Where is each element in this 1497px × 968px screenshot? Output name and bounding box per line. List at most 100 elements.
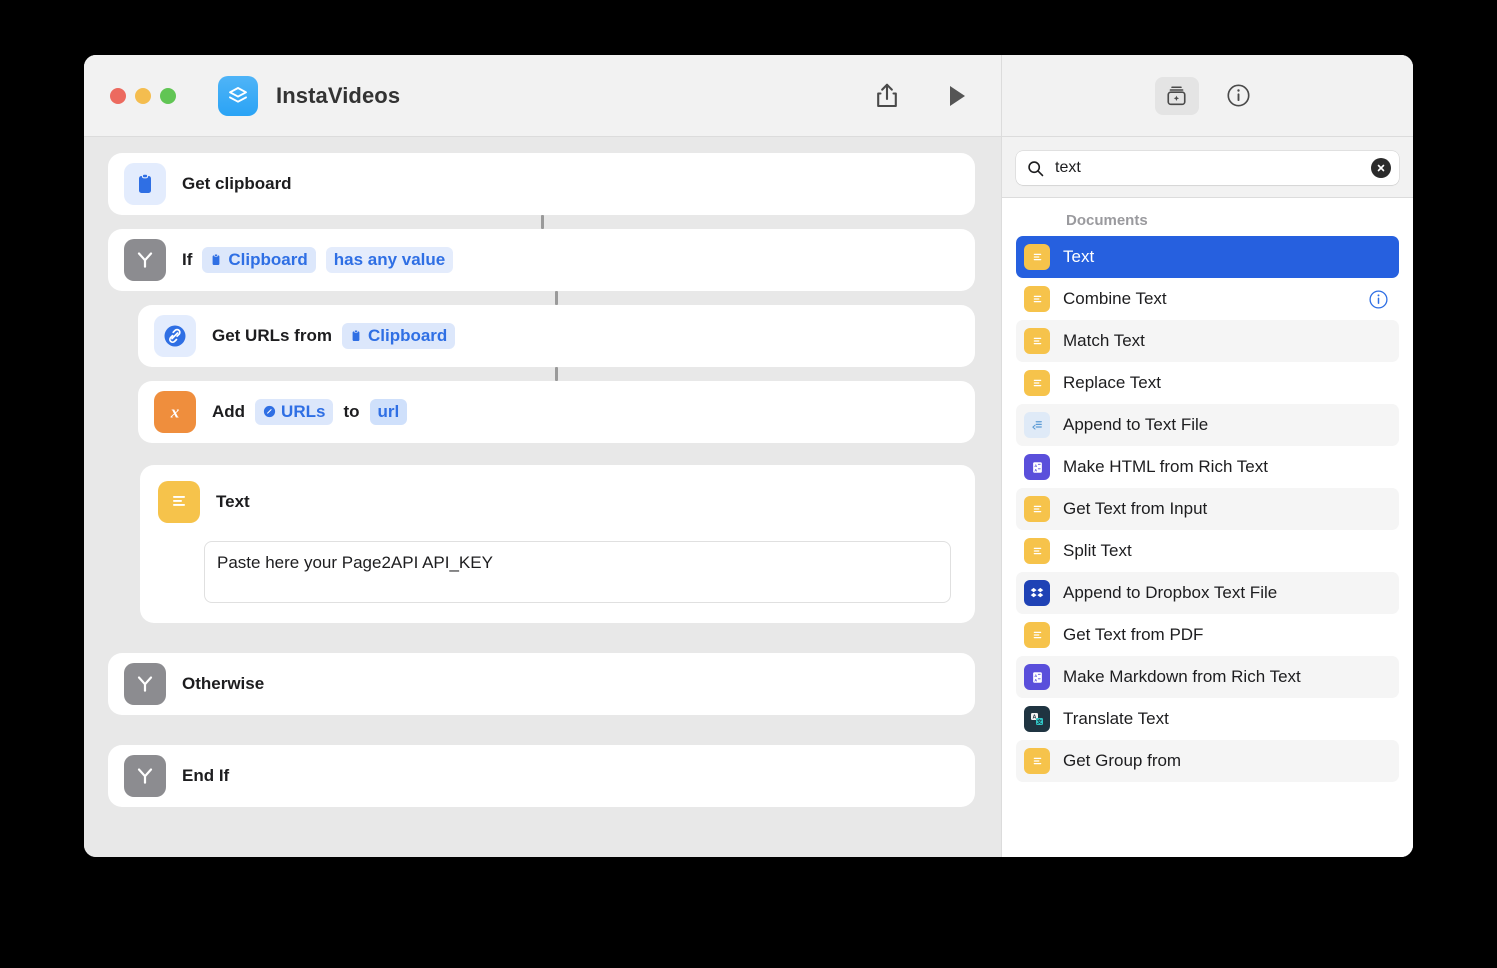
list-item-label: Combine Text: [1063, 288, 1167, 308]
clear-search-button[interactable]: [1371, 158, 1391, 178]
list-item-label: Append to Text File: [1063, 414, 1209, 434]
token-label: has any value: [333, 250, 446, 269]
search-area: text: [1002, 137, 1413, 198]
action-library-pane: text Documents Text Combine Text Match T…: [1001, 55, 1413, 857]
info-button[interactable]: [1217, 77, 1261, 115]
list-item[interactable]: Append to Dropbox Text File: [1016, 572, 1399, 614]
list-item-label: Replace Text: [1063, 372, 1161, 392]
action-card-get-clipboard[interactable]: Get clipboard: [108, 153, 975, 215]
connector-gap: [108, 291, 975, 305]
window-title: InstaVideos: [276, 82, 401, 108]
text-icon: [1024, 538, 1050, 564]
token-label: Clipboard: [228, 250, 308, 269]
token-label: URLs: [281, 402, 326, 421]
append-text-icon: [1024, 412, 1050, 438]
list-item[interactable]: Split Text: [1016, 530, 1399, 572]
list-item[interactable]: Combine Text: [1016, 278, 1399, 320]
token-plain-to: to: [343, 402, 360, 421]
rich-text-icon: A A: [1024, 664, 1050, 690]
list-item[interactable]: A A Make Markdown from Rich Text: [1016, 656, 1399, 698]
action-card-text[interactable]: Text Paste here your Page2API API_KEY: [140, 465, 975, 623]
shortcuts-window: InstaVideos Get clipboard If Clipboard h…: [84, 55, 1413, 857]
svg-text:A: A: [1034, 673, 1037, 677]
search-input[interactable]: text: [1055, 159, 1371, 177]
token-label: url: [377, 402, 400, 421]
connector-gap: [108, 367, 975, 381]
text-icon: [1024, 370, 1050, 396]
share-button[interactable]: [867, 76, 907, 116]
link-mini-icon: [263, 405, 276, 419]
list-item[interactable]: Get Text from Input: [1016, 488, 1399, 530]
connector-line: [555, 291, 558, 305]
play-icon: [946, 84, 968, 108]
text-icon: [1024, 286, 1050, 312]
share-icon: [874, 82, 900, 110]
workflow-canvas: Get clipboard If Clipboard has any value…: [84, 137, 1001, 857]
window-titlebar: InstaVideos: [84, 55, 1001, 137]
token-label: Clipboard: [367, 326, 448, 345]
variable-x-icon: x: [154, 391, 196, 433]
close-button[interactable]: [110, 87, 126, 104]
list-item[interactable]: Get Group from: [1016, 740, 1399, 782]
list-item[interactable]: Append to Text File: [1016, 404, 1399, 446]
list-item-label: Split Text: [1063, 540, 1132, 560]
list-item-label: Append to Dropbox Text File: [1063, 582, 1278, 602]
list-item[interactable]: Get Text from PDF: [1016, 614, 1399, 656]
shortcuts-app-icon: [218, 75, 258, 116]
action-card-end-if[interactable]: End If: [108, 745, 975, 807]
list-item-label: Text: [1063, 246, 1095, 266]
svg-text:A: A: [1034, 678, 1037, 682]
list-item[interactable]: Replace Text: [1016, 362, 1399, 404]
list-item-label: Get Text from Input: [1063, 498, 1208, 518]
list-item[interactable]: Text: [1016, 236, 1399, 278]
svg-text:A: A: [1033, 715, 1037, 721]
action-label: Get URLs from: [212, 326, 332, 345]
text-icon: [1024, 496, 1050, 522]
text-action-input[interactable]: Paste here your Page2API API_KEY: [204, 541, 951, 603]
list-item[interactable]: A A Make HTML from Rich Text: [1016, 446, 1399, 488]
text-icon: [1024, 622, 1050, 648]
action-library-icon: [1165, 84, 1188, 107]
list-item-label: Match Text: [1063, 330, 1145, 350]
zoom-button[interactable]: [160, 87, 176, 104]
info-circle-icon[interactable]: [1368, 289, 1389, 310]
action-label: If: [182, 250, 193, 269]
text-icon: [1024, 244, 1050, 270]
minimize-button[interactable]: [135, 87, 151, 104]
action-label: Text: [216, 492, 250, 511]
list-item[interactable]: Match Text: [1016, 320, 1399, 362]
list-item-label: Get Text from PDF: [1063, 624, 1204, 644]
list-item-label: Make HTML from Rich Text: [1063, 456, 1268, 476]
action-label: Get clipboard: [182, 174, 292, 193]
token-clipboard[interactable]: Clipboard: [202, 247, 316, 273]
action-card-get-urls[interactable]: Get URLs from Clipboard: [138, 305, 975, 367]
clipboard-mini-icon: [210, 253, 222, 267]
link-icon: [154, 315, 196, 357]
editor-pane: InstaVideos Get clipboard If Clipboard h…: [84, 55, 1001, 857]
token-condition[interactable]: has any value: [325, 247, 454, 273]
token-clipboard[interactable]: Clipboard: [341, 323, 456, 349]
svg-text:x: x: [170, 403, 180, 422]
action-label: End If: [182, 766, 230, 785]
token-varname[interactable]: url: [369, 399, 408, 425]
branch-icon: [124, 755, 166, 797]
action-card-otherwise[interactable]: Otherwise: [108, 653, 975, 715]
token-urls[interactable]: URLs: [255, 399, 334, 425]
action-label: Add: [212, 402, 246, 421]
list-item[interactable]: A 文 Translate Text: [1016, 698, 1399, 740]
action-card-if[interactable]: If Clipboard has any value: [108, 229, 975, 291]
action-card-add-to-variable[interactable]: x Add URLs to url: [138, 381, 975, 443]
action-library-button[interactable]: [1154, 76, 1199, 115]
play-button[interactable]: [937, 76, 977, 116]
connector-gap: [108, 215, 975, 229]
branch-icon: [124, 239, 166, 281]
svg-text:A: A: [1034, 463, 1037, 467]
search-field[interactable]: text: [1016, 151, 1399, 185]
action-list[interactable]: Documents Text Combine Text Match Text R…: [1002, 198, 1413, 857]
translate-icon: A 文: [1024, 706, 1050, 732]
svg-text:A: A: [1034, 468, 1037, 472]
connector-line: [555, 367, 558, 381]
branch-icon: [124, 663, 166, 705]
